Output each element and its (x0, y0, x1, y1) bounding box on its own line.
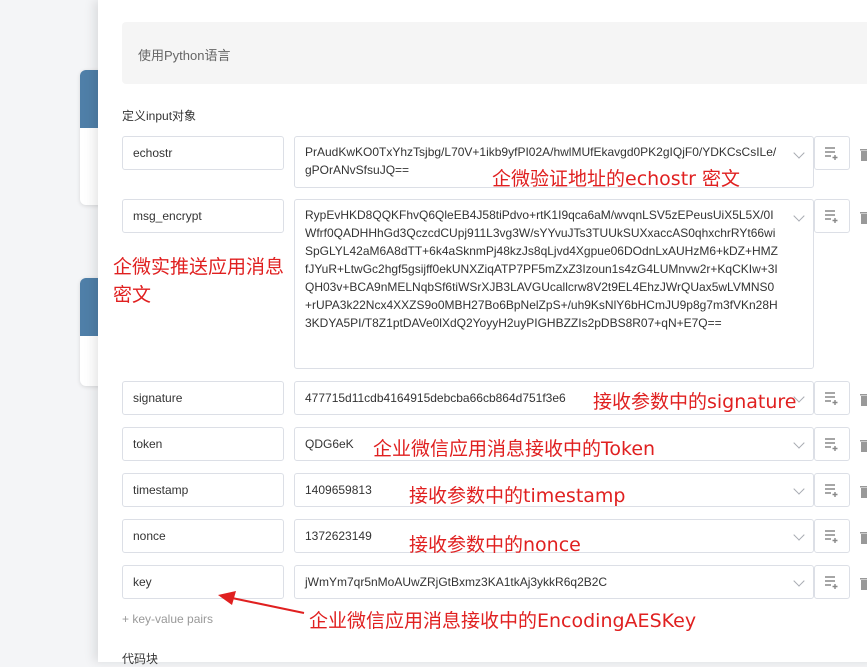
annotation-msg-encrypt-line1: 企微实推送应用消息 (113, 256, 285, 278)
delete-icon[interactable] (860, 148, 867, 161)
annotation-key: 企业微信应用消息接收中的EncodingAESKey (309, 610, 697, 632)
language-label: 使用Python语言 (138, 48, 231, 63)
delete-icon[interactable] (860, 211, 867, 224)
delete-icon[interactable] (860, 439, 867, 452)
key-input-timestamp[interactable]: timestamp (122, 473, 284, 507)
delete-icon[interactable] (860, 393, 867, 406)
key-input-nonce[interactable]: nonce (122, 519, 284, 553)
value-text: 1409659813 (305, 483, 372, 497)
list-add-icon (825, 484, 838, 497)
value-text: 1372623149 (305, 529, 372, 543)
key-input-echostr[interactable]: echostr (122, 136, 284, 170)
chevron-down-icon[interactable] (793, 437, 805, 449)
annotation-signature: 接收参数中的signature (593, 391, 797, 413)
delete-icon[interactable] (860, 577, 867, 590)
annotation-timestamp: 接收参数中的timestamp (409, 485, 626, 507)
value-input-msg-encrypt[interactable]: RypEvHKD8QQKFhvQ6QleEB4J58tiPdvo+rtK1I9q… (294, 199, 814, 369)
input-section-title: 定义input对象 (122, 109, 197, 123)
annotation-echostr: 企微验证地址的echostr 密文 (492, 168, 741, 190)
list-add-button[interactable] (814, 199, 850, 233)
value-text: 477715d11cdb4164915debcba66cb864d751f3e6 (305, 391, 566, 405)
key-input-signature[interactable]: signature (122, 381, 284, 415)
delete-icon[interactable] (860, 531, 867, 544)
key-input-msg-encrypt[interactable]: msg_encrypt (122, 199, 284, 233)
list-add-button[interactable] (814, 427, 850, 461)
key-input-token[interactable]: token (122, 427, 284, 461)
list-add-button[interactable] (814, 473, 850, 507)
chevron-down-icon[interactable] (793, 210, 805, 222)
code-block-section-title: 代码块 (122, 652, 159, 666)
value-text: RypEvHKD8QQKFhvQ6QleEB4J58tiPdvo+rtK1I9q… (305, 208, 779, 330)
annotation-msg-encrypt-line2: 密文 (113, 284, 152, 306)
list-add-button[interactable] (814, 136, 850, 170)
annotation-nonce: 接收参数中的nonce (409, 534, 581, 556)
chevron-down-icon[interactable] (793, 483, 805, 495)
list-add-button[interactable] (814, 565, 850, 599)
delete-icon[interactable] (860, 485, 867, 498)
list-add-icon (825, 530, 838, 543)
list-add-icon (825, 576, 838, 589)
list-add-icon (825, 438, 838, 451)
list-add-button[interactable] (814, 519, 850, 553)
list-add-button[interactable] (814, 381, 850, 415)
chevron-down-icon[interactable] (793, 529, 805, 541)
value-text: jWmYm7qr5nMoAUwZRjGtBxmz3KA1tkAj3ykkR6q2… (305, 575, 608, 589)
chevron-down-icon[interactable] (793, 575, 805, 587)
node-config-panel: 使用Python语言 定义input对象 echostr PrAudKwKO0T… (98, 0, 867, 666)
language-selector[interactable]: 使用Python语言 (122, 22, 867, 84)
key-input-key[interactable]: key (122, 565, 284, 599)
list-add-icon (825, 392, 838, 405)
chevron-down-icon[interactable] (793, 147, 805, 159)
annotation-token: 企业微信应用消息接收中的Token (373, 438, 656, 460)
list-add-icon (825, 210, 838, 223)
add-key-value-pairs-link[interactable]: + key-value pairs (122, 612, 213, 626)
list-add-icon (825, 147, 838, 160)
value-input-key[interactable]: jWmYm7qr5nMoAUwZRjGtBxmz3KA1tkAj3ykkR6q2… (294, 565, 814, 599)
value-text: QDG6eK (305, 437, 354, 451)
